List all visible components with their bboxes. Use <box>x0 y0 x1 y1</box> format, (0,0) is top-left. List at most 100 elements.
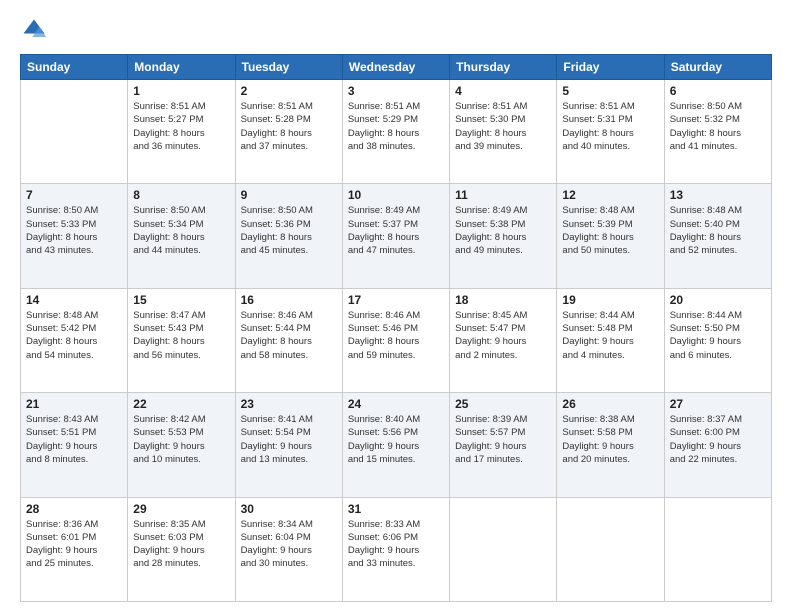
day-number: 2 <box>241 84 337 98</box>
day-number: 14 <box>26 293 122 307</box>
day-info: Sunrise: 8:51 AMSunset: 5:29 PMDaylight:… <box>348 100 444 153</box>
col-header-thursday: Thursday <box>450 55 557 80</box>
day-cell: 16Sunrise: 8:46 AMSunset: 5:44 PMDayligh… <box>235 288 342 392</box>
day-info: Sunrise: 8:51 AMSunset: 5:31 PMDaylight:… <box>562 100 658 153</box>
col-header-monday: Monday <box>128 55 235 80</box>
week-row-2: 7 Sunrise: 8:50 AMSunset: 5:33 PMDaylight… <box>21 184 772 288</box>
page: SundayMondayTuesdayWednesdayThursdayFrid… <box>0 0 792 612</box>
col-header-friday: Friday <box>557 55 664 80</box>
day-info: Sunrise: 8:44 AMSunset: 5:48 PMDaylight:… <box>562 309 658 362</box>
day-cell: 12 Sunrise: 8:48 AMSunset: 5:39 PMDayligh… <box>557 184 664 288</box>
day-info: Sunrise: 8:38 AMSunset: 5:58 PMDaylight:… <box>562 413 658 466</box>
day-number: 7 <box>26 188 122 202</box>
week-row-4: 21 Sunrise: 8:43 AMSunset: 5:51 PMDayligh… <box>21 393 772 497</box>
day-number: 6 <box>670 84 766 98</box>
day-info: Sunrise: 8:47 AMSunset: 5:43 PMDaylight:… <box>133 309 229 362</box>
day-number: 31 <box>348 502 444 516</box>
day-info: Sunrise: 8:48 AMSunset: 5:42 PMDaylight:… <box>26 309 122 362</box>
day-number: 10 <box>348 188 444 202</box>
day-cell: 26 Sunrise: 8:38 AMSunset: 5:58 PMDayligh… <box>557 393 664 497</box>
day-cell: 31 Sunrise: 8:33 AMSunset: 6:06 PMDayligh… <box>342 497 449 601</box>
day-info: Sunrise: 8:39 AMSunset: 5:57 PMDaylight:… <box>455 413 551 466</box>
day-number: 1 <box>133 84 229 98</box>
day-cell: 17Sunrise: 8:46 AMSunset: 5:46 PMDayligh… <box>342 288 449 392</box>
day-info: Sunrise: 8:51 AMSunset: 5:27 PMDaylight:… <box>133 100 229 153</box>
day-cell: 11 Sunrise: 8:49 AMSunset: 5:38 PMDayligh… <box>450 184 557 288</box>
day-number: 12 <box>562 188 658 202</box>
day-info: Sunrise: 8:50 AMSunset: 5:34 PMDaylight:… <box>133 204 229 257</box>
day-info: Sunrise: 8:46 AMSunset: 5:44 PMDaylight:… <box>241 309 337 362</box>
day-info: Sunrise: 8:36 AMSunset: 6:01 PMDaylight:… <box>26 518 122 571</box>
day-number: 11 <box>455 188 551 202</box>
day-info: Sunrise: 8:43 AMSunset: 5:51 PMDaylight:… <box>26 413 122 466</box>
day-number: 27 <box>670 397 766 411</box>
logo <box>20 16 52 44</box>
day-cell: 14 Sunrise: 8:48 AMSunset: 5:42 PMDayligh… <box>21 288 128 392</box>
day-number: 18 <box>455 293 551 307</box>
day-number: 15 <box>133 293 229 307</box>
day-cell <box>450 497 557 601</box>
day-number: 23 <box>241 397 337 411</box>
col-header-saturday: Saturday <box>664 55 771 80</box>
day-cell <box>664 497 771 601</box>
day-number: 8 <box>133 188 229 202</box>
day-number: 30 <box>241 502 337 516</box>
day-info: Sunrise: 8:42 AMSunset: 5:53 PMDaylight:… <box>133 413 229 466</box>
day-cell: 24 Sunrise: 8:40 AMSunset: 5:56 PMDayligh… <box>342 393 449 497</box>
day-number: 28 <box>26 502 122 516</box>
day-cell: 13Sunrise: 8:48 AMSunset: 5:40 PMDayligh… <box>664 184 771 288</box>
day-info: Sunrise: 8:49 AMSunset: 5:38 PMDaylight:… <box>455 204 551 257</box>
day-cell: 29 Sunrise: 8:35 AMSunset: 6:03 PMDayligh… <box>128 497 235 601</box>
logo-icon <box>20 16 48 44</box>
day-cell: 30 Sunrise: 8:34 AMSunset: 6:04 PMDayligh… <box>235 497 342 601</box>
day-info: Sunrise: 8:35 AMSunset: 6:03 PMDaylight:… <box>133 518 229 571</box>
day-cell: 28 Sunrise: 8:36 AMSunset: 6:01 PMDayligh… <box>21 497 128 601</box>
day-cell: 20 Sunrise: 8:44 AMSunset: 5:50 PMDayligh… <box>664 288 771 392</box>
day-cell: 10Sunrise: 8:49 AMSunset: 5:37 PMDayligh… <box>342 184 449 288</box>
day-cell: 15 Sunrise: 8:47 AMSunset: 5:43 PMDayligh… <box>128 288 235 392</box>
day-number: 26 <box>562 397 658 411</box>
week-row-3: 14 Sunrise: 8:48 AMSunset: 5:42 PMDayligh… <box>21 288 772 392</box>
day-info: Sunrise: 8:44 AMSunset: 5:50 PMDaylight:… <box>670 309 766 362</box>
day-cell: 22Sunrise: 8:42 AMSunset: 5:53 PMDayligh… <box>128 393 235 497</box>
day-cell: 25 Sunrise: 8:39 AMSunset: 5:57 PMDayligh… <box>450 393 557 497</box>
day-info: Sunrise: 8:40 AMSunset: 5:56 PMDaylight:… <box>348 413 444 466</box>
day-cell: 8 Sunrise: 8:50 AMSunset: 5:34 PMDaylight… <box>128 184 235 288</box>
day-info: Sunrise: 8:50 AMSunset: 5:33 PMDaylight:… <box>26 204 122 257</box>
day-info: Sunrise: 8:33 AMSunset: 6:06 PMDaylight:… <box>348 518 444 571</box>
day-info: Sunrise: 8:48 AMSunset: 5:39 PMDaylight:… <box>562 204 658 257</box>
day-number: 5 <box>562 84 658 98</box>
day-info: Sunrise: 8:50 AMSunset: 5:32 PMDaylight:… <box>670 100 766 153</box>
day-number: 24 <box>348 397 444 411</box>
day-cell: 2Sunrise: 8:51 AMSunset: 5:28 PMDaylight… <box>235 80 342 184</box>
day-cell: 4Sunrise: 8:51 AMSunset: 5:30 PMDaylight… <box>450 80 557 184</box>
day-cell: 1 Sunrise: 8:51 AMSunset: 5:27 PMDaylight… <box>128 80 235 184</box>
week-row-1: 1 Sunrise: 8:51 AMSunset: 5:27 PMDaylight… <box>21 80 772 184</box>
day-number: 20 <box>670 293 766 307</box>
day-info: Sunrise: 8:51 AMSunset: 5:30 PMDaylight:… <box>455 100 551 153</box>
day-number: 13 <box>670 188 766 202</box>
week-row-5: 28 Sunrise: 8:36 AMSunset: 6:01 PMDayligh… <box>21 497 772 601</box>
day-info: Sunrise: 8:41 AMSunset: 5:54 PMDaylight:… <box>241 413 337 466</box>
day-cell <box>557 497 664 601</box>
day-info: Sunrise: 8:34 AMSunset: 6:04 PMDaylight:… <box>241 518 337 571</box>
calendar-table: SundayMondayTuesdayWednesdayThursdayFrid… <box>20 54 772 602</box>
day-info: Sunrise: 8:45 AMSunset: 5:47 PMDaylight:… <box>455 309 551 362</box>
day-number: 29 <box>133 502 229 516</box>
col-header-tuesday: Tuesday <box>235 55 342 80</box>
day-number: 19 <box>562 293 658 307</box>
col-header-sunday: Sunday <box>21 55 128 80</box>
day-cell: 18 Sunrise: 8:45 AMSunset: 5:47 PMDayligh… <box>450 288 557 392</box>
day-number: 21 <box>26 397 122 411</box>
day-cell: 7 Sunrise: 8:50 AMSunset: 5:33 PMDaylight… <box>21 184 128 288</box>
day-info: Sunrise: 8:37 AMSunset: 6:00 PMDaylight:… <box>670 413 766 466</box>
day-number: 25 <box>455 397 551 411</box>
day-number: 3 <box>348 84 444 98</box>
day-cell: 6 Sunrise: 8:50 AMSunset: 5:32 PMDaylight… <box>664 80 771 184</box>
day-number: 17 <box>348 293 444 307</box>
day-cell <box>21 80 128 184</box>
header-row: SundayMondayTuesdayWednesdayThursdayFrid… <box>21 55 772 80</box>
day-cell: 3 Sunrise: 8:51 AMSunset: 5:29 PMDaylight… <box>342 80 449 184</box>
day-cell: 19 Sunrise: 8:44 AMSunset: 5:48 PMDayligh… <box>557 288 664 392</box>
header <box>20 16 772 44</box>
